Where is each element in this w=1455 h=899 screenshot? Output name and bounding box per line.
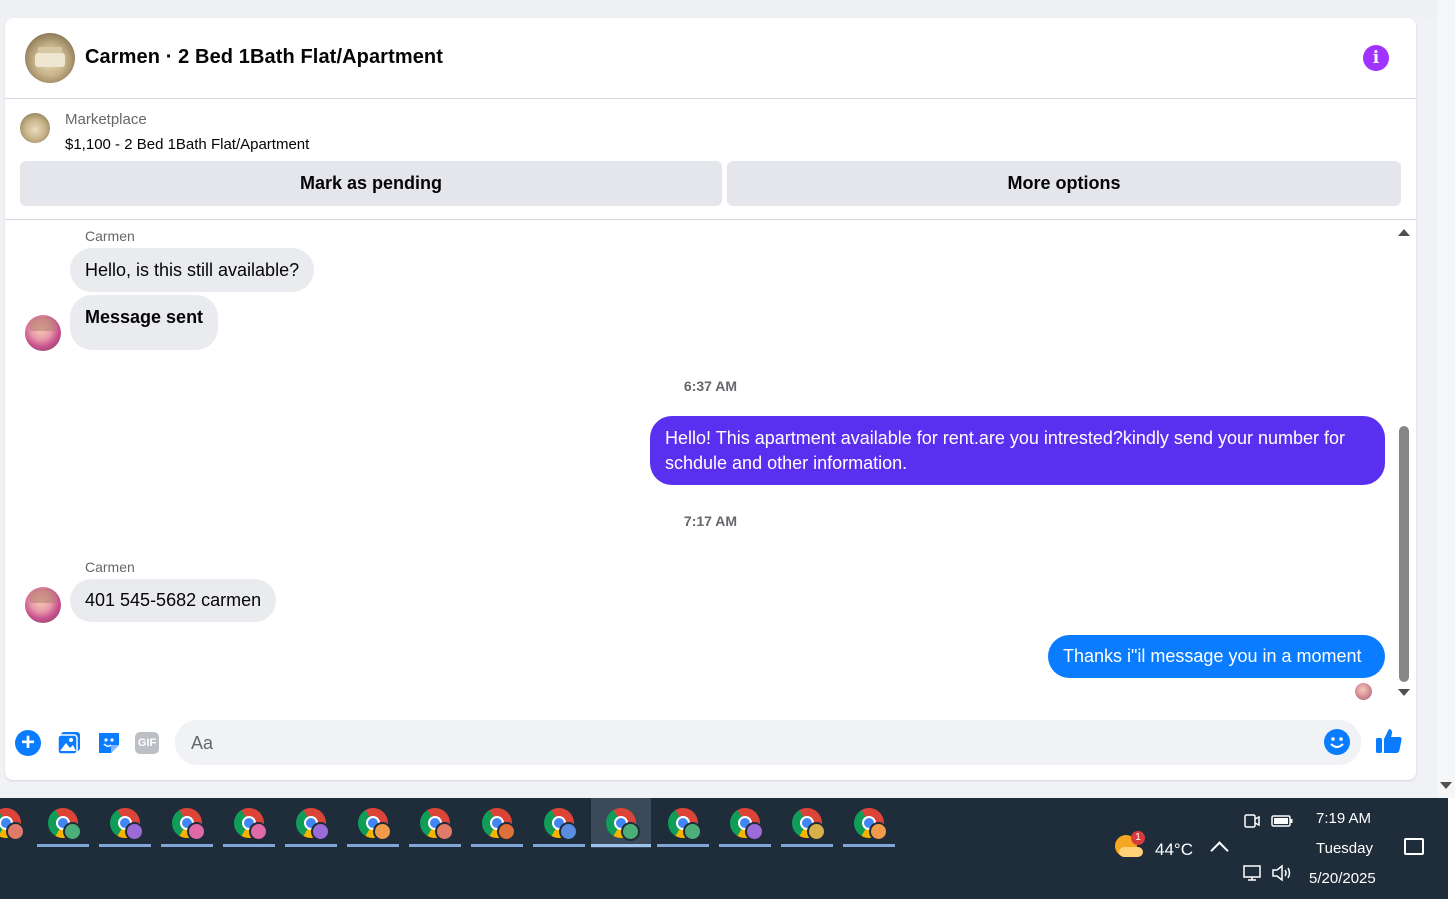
taskbar-chrome-app[interactable] — [843, 798, 899, 848]
message-input[interactable] — [189, 720, 1313, 767]
avatar[interactable] — [25, 587, 61, 623]
taskbar-chrome-app[interactable] — [781, 798, 837, 848]
taskbar-chrome-app[interactable] — [285, 798, 341, 848]
info-icon[interactable]: i — [1363, 45, 1389, 71]
chat-header: Carmen · 2 Bed 1Bath Flat/Apartment i — [5, 18, 1416, 99]
taskbar-chrome-app[interactable] — [719, 798, 775, 848]
composer: + GIF — [5, 708, 1416, 780]
weather-temperature[interactable]: 44°C — [1155, 840, 1193, 860]
show-desktop-strip[interactable] — [1448, 798, 1455, 899]
mark-as-pending-button[interactable]: Mark as pending — [20, 161, 722, 206]
battery-icon[interactable] — [1271, 813, 1293, 833]
weather-badge: 1 — [1131, 831, 1145, 845]
taskbar-chrome-app[interactable] — [471, 798, 527, 848]
message-scrollbar[interactable] — [1395, 226, 1413, 698]
emoji-icon[interactable] — [1324, 729, 1350, 755]
outgoing-message[interactable]: Hello! This apartment available for rent… — [650, 416, 1385, 485]
taskbar-chrome-app[interactable] — [223, 798, 279, 848]
page-background — [0, 0, 1455, 18]
photo-icon[interactable] — [56, 730, 82, 756]
marketplace-listing-title[interactable]: $1,100 - 2 Bed 1Bath Flat/Apartment — [65, 136, 309, 153]
outgoing-message[interactable]: Thanks i"il message you in a moment — [1048, 635, 1385, 678]
avatar[interactable] — [25, 315, 61, 351]
speaker-icon[interactable] — [1271, 864, 1293, 886]
taskbar-chrome-app-active[interactable] — [591, 798, 651, 848]
chevron-up-icon[interactable] — [1210, 841, 1229, 860]
taskbar-chrome-app[interactable] — [347, 798, 403, 848]
incoming-message[interactable]: 401 545-5682 carmen — [70, 579, 277, 622]
taskbar-chrome-app[interactable] — [657, 798, 713, 848]
message-list: Carmen Hello, is this still available? M… — [5, 221, 1416, 708]
incoming-message[interactable]: Message sent — [70, 295, 219, 350]
taskbar-chrome-app[interactable] — [409, 798, 465, 848]
seen-indicator-avatar — [1355, 683, 1372, 700]
weather-icon[interactable]: 1 — [1113, 831, 1145, 859]
conversation-title[interactable]: Carmen · 2 Bed 1Bath Flat/Apartment — [85, 46, 443, 69]
listing-avatar[interactable] — [25, 33, 75, 83]
clock-date[interactable]: 5/20/2025 — [1309, 870, 1376, 887]
page-scroll-down-arrow[interactable] — [1440, 782, 1452, 789]
sticker-icon[interactable] — [96, 730, 122, 756]
marketplace-panel: Marketplace $1,100 - 2 Bed 1Bath Flat/Ap… — [5, 99, 1416, 220]
camera-icon[interactable] — [1243, 812, 1261, 834]
taskbar-chrome-app[interactable] — [0, 798, 36, 848]
marketplace-label: Marketplace — [65, 111, 147, 128]
network-icon[interactable] — [1241, 864, 1263, 886]
windows-taskbar: 1 44°C 7:19 AM Tuesday 5/20/2025 — [0, 798, 1455, 899]
taskbar-chrome-app[interactable] — [99, 798, 155, 848]
message-timestamp: 6:37 AM — [683, 378, 738, 394]
incoming-message[interactable]: Hello, is this still available? — [70, 248, 315, 292]
scroll-thumb[interactable] — [1399, 426, 1409, 682]
clock-time[interactable]: 7:19 AM — [1316, 810, 1371, 827]
sender-name: Carmen — [85, 228, 135, 244]
plus-icon[interactable]: + — [15, 730, 41, 756]
more-options-button[interactable]: More options — [727, 161, 1401, 206]
taskbar-chrome-app[interactable] — [533, 798, 589, 848]
taskbar-chrome-app[interactable] — [161, 798, 217, 848]
message-timestamp: 7:17 AM — [683, 513, 738, 529]
chat-window: Carmen · 2 Bed 1Bath Flat/Apartment i Ma… — [5, 18, 1416, 780]
taskbar-chrome-app[interactable] — [37, 798, 93, 848]
message-input-wrapper[interactable] — [175, 720, 1361, 767]
page-scrollbar[interactable] — [1437, 0, 1455, 798]
gif-icon[interactable]: GIF — [135, 732, 159, 754]
sender-name: Carmen — [85, 559, 135, 575]
marketplace-listing-thumbnail[interactable] — [20, 113, 50, 143]
thumbs-up-icon[interactable] — [1374, 726, 1404, 756]
scroll-down-arrow[interactable] — [1398, 689, 1410, 696]
clock-day[interactable]: Tuesday — [1316, 840, 1373, 857]
notification-center-icon[interactable] — [1404, 838, 1424, 855]
scroll-up-arrow[interactable] — [1398, 229, 1410, 236]
